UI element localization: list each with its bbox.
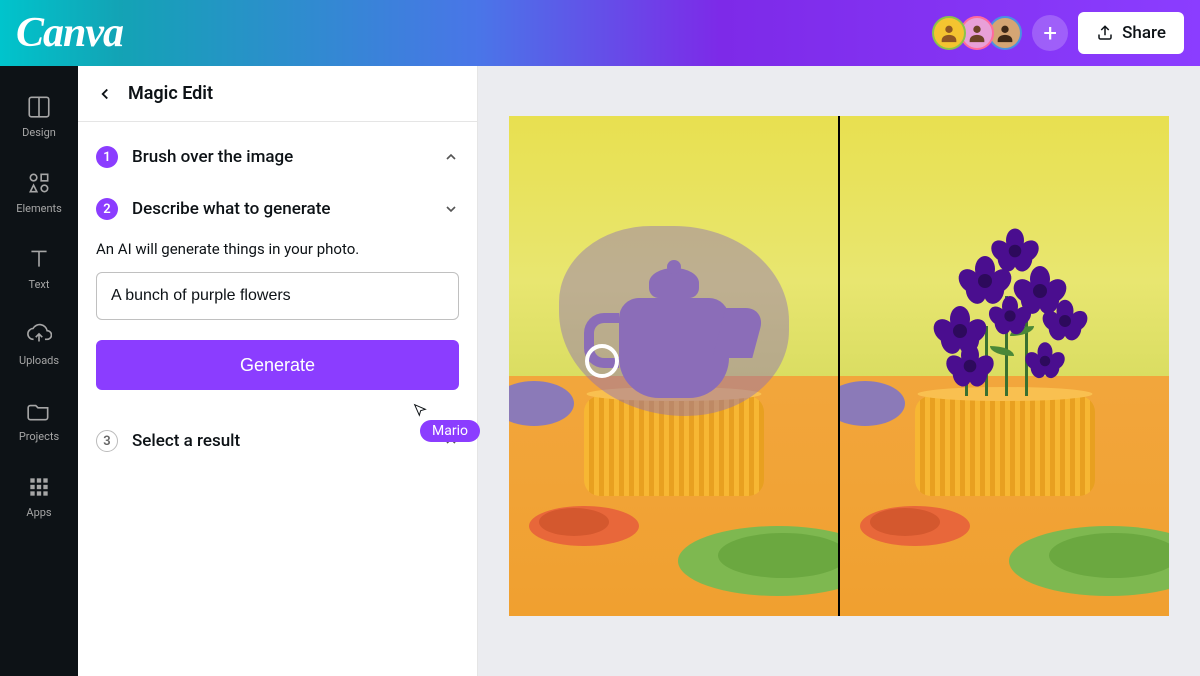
rail-label: Text	[29, 278, 50, 291]
back-button[interactable]	[96, 85, 114, 103]
step-2-header[interactable]: 2 Describe what to generate	[96, 198, 459, 220]
step-1-title: Brush over the image	[132, 147, 293, 167]
generate-button[interactable]: Generate	[96, 340, 459, 390]
rail-label: Projects	[19, 430, 59, 443]
elements-icon	[26, 170, 52, 196]
share-button[interactable]: Share	[1078, 12, 1184, 54]
canva-logo: Canva	[16, 9, 123, 57]
text-icon	[26, 246, 52, 272]
panel-title: Magic Edit	[128, 83, 213, 104]
step-3-header[interactable]: 3 Select a result	[96, 430, 459, 452]
step-2-title: Describe what to generate	[132, 199, 330, 219]
prompt-input[interactable]	[96, 272, 459, 320]
rail-label: Design	[22, 126, 56, 139]
chevron-down-icon	[443, 201, 459, 217]
rail-label: Apps	[26, 506, 51, 519]
step-3-title: Select a result	[132, 431, 240, 451]
rail-design[interactable]: Design	[0, 80, 78, 152]
share-icon	[1096, 24, 1114, 42]
rail-uploads[interactable]: Uploads	[0, 308, 78, 380]
image-after	[840, 116, 1169, 616]
step-1-header[interactable]: 1 Brush over the image	[96, 146, 459, 168]
app-header: Canva + Share	[0, 0, 1200, 66]
rail-elements[interactable]: Elements	[0, 156, 78, 228]
rail-projects[interactable]: Projects	[0, 384, 78, 456]
rail-label: Elements	[16, 202, 62, 215]
canvas-image[interactable]	[509, 116, 1169, 616]
step-1-number: 1	[96, 146, 118, 168]
step-2: 2 Describe what to generate An AI will g…	[96, 198, 459, 390]
design-icon	[26, 94, 52, 120]
cursor-icon	[412, 402, 428, 418]
image-before	[509, 116, 840, 616]
cursor-user-label: Mario	[420, 420, 480, 442]
chevron-up-icon	[443, 149, 459, 165]
step-3-number: 3	[96, 430, 118, 452]
step-1: 1 Brush over the image	[96, 146, 459, 168]
panel-header: Magic Edit	[78, 66, 477, 122]
add-collaborator-button[interactable]: +	[1032, 15, 1068, 51]
step-3: 3 Select a result	[96, 430, 459, 452]
brush-cursor-icon	[585, 344, 619, 378]
side-panel: Magic Edit 1 Brush over the image 2 Desc…	[78, 66, 478, 676]
canvas-area[interactable]	[478, 66, 1200, 676]
collaborator-cursor: Mario	[412, 402, 480, 442]
uploads-icon	[26, 322, 52, 348]
step-2-number: 2	[96, 198, 118, 220]
collaborator-avatars	[938, 16, 1022, 50]
share-label: Share	[1122, 23, 1166, 43]
rail-label: Uploads	[19, 354, 59, 367]
header-right: + Share	[938, 12, 1184, 54]
rail-text[interactable]: Text	[0, 232, 78, 304]
apps-icon	[26, 474, 52, 500]
teapot-object	[599, 268, 749, 398]
avatar[interactable]	[932, 16, 966, 50]
step-2-desc: An AI will generate things in your photo…	[96, 240, 459, 258]
left-rail: Design Elements Text Uploads Projects Ap…	[0, 66, 78, 676]
rail-apps[interactable]: Apps	[0, 460, 78, 532]
projects-icon	[26, 398, 52, 424]
